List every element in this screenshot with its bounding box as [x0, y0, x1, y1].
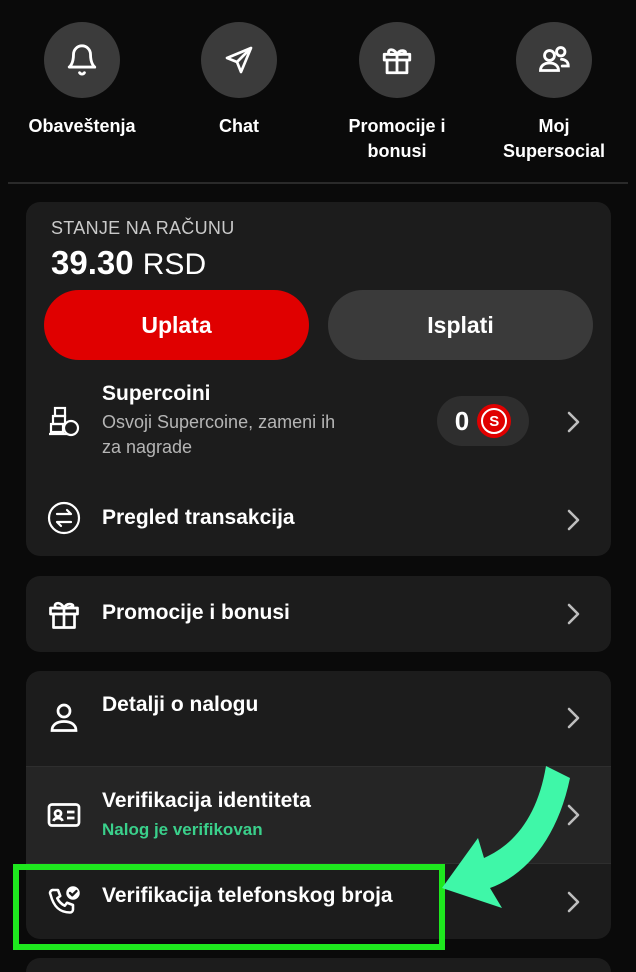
account-details-title: Detalji o nalogu	[102, 693, 259, 716]
promotions-title: Promocije i bonusi	[102, 601, 290, 624]
promotions-action[interactable]: Promocije i bonusi	[317, 22, 477, 164]
supersocial-label: Moj Supersocial	[502, 116, 606, 161]
section-divider	[8, 182, 628, 184]
chat-action[interactable]: Chat	[159, 22, 319, 139]
identity-verified-status: Nalog je verifikovan	[102, 820, 263, 839]
notifications-label: Obaveštenja	[28, 116, 136, 136]
users-icon	[539, 46, 570, 72]
highlight-box	[13, 864, 445, 950]
transfer-arrows-icon	[47, 501, 81, 535]
deposit-button[interactable]: Uplata	[44, 290, 309, 360]
withdraw-button[interactable]: Isplati	[328, 290, 593, 360]
supercoin-icon: S	[477, 404, 512, 438]
transactions-row[interactable]: Pregled transakcija	[26, 482, 611, 552]
quick-actions-bar: Obaveštenja Chat Promocije i bonusi Moj Su…	[0, 0, 636, 182]
supercoins-balance-badge: 0 S	[437, 396, 529, 446]
pointer-arrow-icon	[442, 766, 570, 908]
chevron-right-icon	[567, 603, 580, 625]
identity-verification-title: Verifikacija identiteta	[102, 789, 311, 812]
chevron-right-icon	[567, 411, 580, 433]
promotions-button[interactable]	[359, 22, 435, 98]
gift-icon	[49, 601, 79, 629]
transactions-title: Pregled transakcija	[102, 506, 295, 529]
bell-icon	[67, 44, 97, 76]
supercoins-count: 0	[454, 405, 470, 436]
notifications-button[interactable]	[44, 22, 120, 98]
promotions-card[interactable]: Promocije i bonusi	[26, 576, 611, 652]
supersocial-button[interactable]	[516, 22, 592, 98]
supercoins-title: Supercoini	[102, 382, 211, 405]
chat-label: Chat	[219, 116, 259, 136]
coins-stack-icon	[49, 406, 80, 437]
balance-label: STANJE NA RAČUNU	[51, 218, 235, 238]
id-card-icon	[47, 803, 81, 827]
balance-amount: 39.30 RSD	[51, 244, 207, 281]
next-card-partial	[26, 958, 611, 972]
promotions-label: Promocije i bonusi	[348, 116, 446, 161]
chevron-right-icon	[567, 509, 580, 531]
promotions-row[interactable]: Promocije i bonusi	[26, 576, 611, 652]
supersocial-action[interactable]: Moj Supersocial	[474, 22, 634, 164]
chat-button[interactable]	[201, 22, 277, 98]
account-details-row[interactable]: Detalji o nalogu	[26, 671, 611, 766]
gift-icon	[382, 48, 412, 75]
notifications-action[interactable]: Obaveštenja	[2, 22, 162, 139]
chevron-right-icon	[567, 707, 580, 729]
user-icon	[50, 703, 78, 732]
supercoins-subtitle: Osvoji Supercoine, zameni ih za nagrade	[102, 412, 336, 457]
send-icon	[225, 46, 253, 74]
balance-card: STANJE NA RAČUNU 39.30 RSD Uplata Isplat…	[26, 202, 611, 556]
